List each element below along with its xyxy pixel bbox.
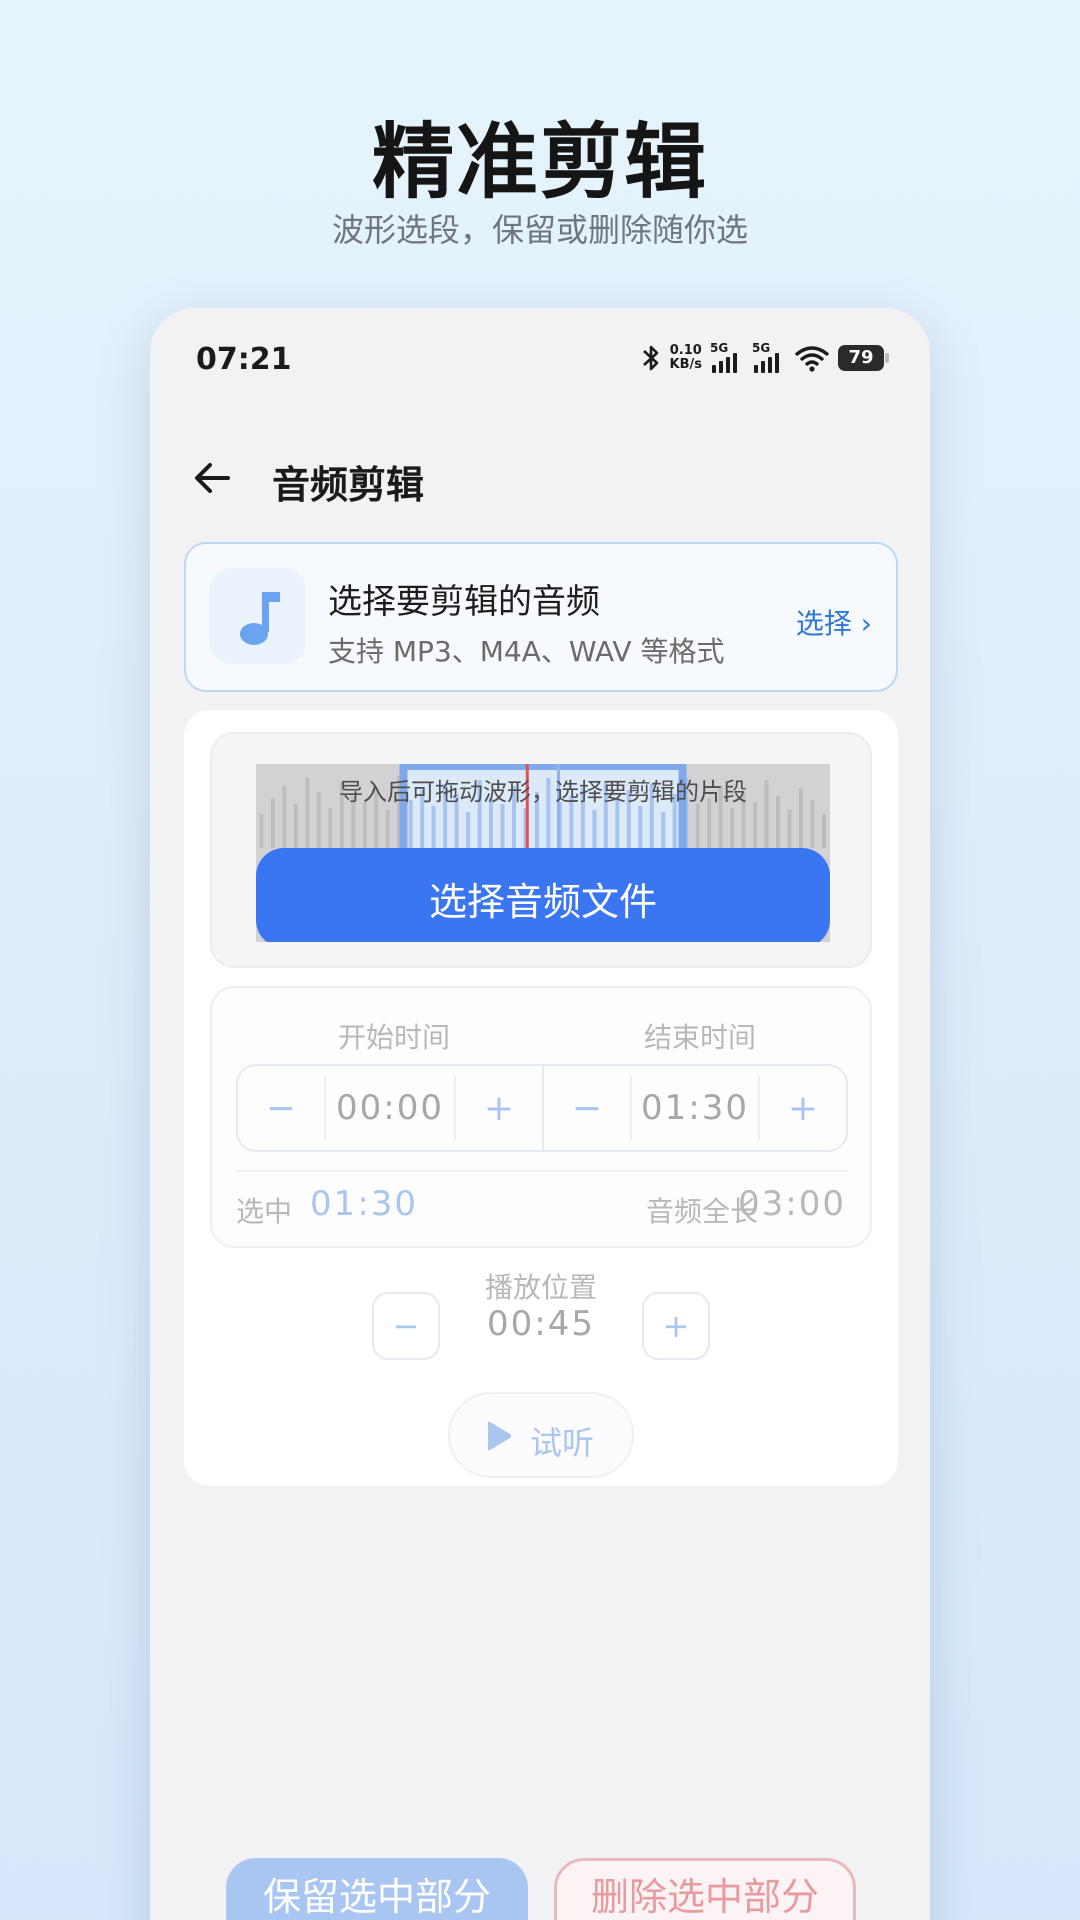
- listen-button[interactable]: 试听: [448, 1392, 634, 1478]
- waveform-bar: [259, 814, 264, 848]
- waveform-bar: [293, 804, 298, 848]
- hero-subtitle: 波形选段，保留或删除随你选: [331, 211, 748, 249]
- waveform-bar: [822, 814, 826, 848]
- total-length-value: 03:00: [738, 1184, 846, 1224]
- status-time: 07:21: [196, 342, 292, 377]
- back-arrow-icon[interactable]: [190, 456, 234, 500]
- play-position-minus-button[interactable]: −: [372, 1292, 440, 1360]
- select-audio-file-button[interactable]: 选择音频文件: [256, 848, 830, 942]
- selected-label: 选中: [236, 1195, 293, 1228]
- waveform-bar: [466, 812, 471, 848]
- waveform-hint: 导入后可拖动波形，选择要剪辑的片段: [339, 778, 747, 806]
- choose-audio-title: 选择要剪辑的音频: [328, 582, 600, 622]
- listen-label: 试听: [530, 1424, 595, 1462]
- waveform[interactable]: 导入后可拖动波形，选择要剪辑的片段 选择音频文件: [256, 764, 830, 942]
- phone-screen: 07:21 0.10 KB/s 5G 5G 79 音频剪辑 选择要剪辑的音频 支…: [150, 308, 930, 1920]
- choose-audio-card[interactable]: 选择要剪辑的音频 支持 MP3、M4A、WAV 等格式 选择 ›: [184, 542, 898, 692]
- waveform-bar: [661, 812, 666, 848]
- end-time-label: 结束时间: [643, 1021, 756, 1054]
- play-position-value: 00:45: [487, 1304, 595, 1344]
- page-title: 音频剪辑: [272, 463, 425, 507]
- music-icon-box: [210, 568, 306, 664]
- start-time-stepper: − 00:00 +: [238, 1066, 542, 1150]
- selection-top-bar: [399, 764, 687, 770]
- end-time-value[interactable]: 01:30: [630, 1076, 760, 1140]
- waveform-bar: [362, 802, 367, 848]
- start-plus-button[interactable]: +: [456, 1066, 542, 1150]
- waveform-bar: [592, 810, 597, 848]
- music-note-icon: [240, 592, 280, 645]
- signal-5g-icon: 5G: [752, 341, 786, 373]
- keep-selection-button[interactable]: 保留选中部分: [226, 1858, 528, 1920]
- divider: [236, 1170, 848, 1172]
- play-position-plus-button[interactable]: +: [642, 1292, 710, 1360]
- signal-5g-icon: 5G: [710, 341, 744, 373]
- waveform-bar: [615, 800, 620, 848]
- time-range-panel: 开始时间 结束时间 − 00:00 + − 01:30 + 选中 01:30 音…: [210, 986, 872, 1248]
- waveform-panel: 导入后可拖动波形，选择要剪辑的片段 选择音频文件: [210, 732, 872, 968]
- time-steppers: − 00:00 + − 01:30 +: [236, 1064, 848, 1152]
- waveform-bar: [810, 800, 815, 848]
- bluetooth-icon: [642, 345, 658, 371]
- waveform-bar: [695, 804, 700, 848]
- delete-selection-button[interactable]: 删除选中部分: [554, 1858, 856, 1920]
- start-time-value[interactable]: 00:00: [324, 1076, 456, 1140]
- end-minus-button[interactable]: −: [544, 1066, 630, 1150]
- end-time-stepper: − 01:30 +: [542, 1066, 846, 1150]
- waveform-bar: [500, 804, 505, 848]
- waveform-bar: [753, 802, 758, 848]
- waveform-bar: [408, 800, 413, 848]
- supported-formats: 支持 MP3、M4A、WAV 等格式: [328, 635, 725, 668]
- start-time-label: 开始时间: [337, 1021, 450, 1054]
- waveform-bar: [638, 806, 643, 848]
- end-plus-button[interactable]: +: [760, 1066, 846, 1150]
- app-bar: 音频剪辑: [150, 428, 930, 528]
- battery-icon: 79: [838, 345, 889, 371]
- waveform-bar: [328, 808, 333, 848]
- waveform-bar: [730, 808, 735, 848]
- editor-card: 导入后可拖动波形，选择要剪辑的片段 选择音频文件 开始时间 结束时间 − 00:…: [184, 710, 898, 1486]
- play-position-label: 播放位置: [484, 1271, 597, 1304]
- play-icon: [488, 1421, 511, 1451]
- waveform-bar: [385, 810, 390, 848]
- net-speed: 0.10 KB/s: [669, 343, 702, 372]
- waveform-bar: [431, 806, 436, 848]
- selected-duration: 01:30: [310, 1184, 418, 1224]
- start-minus-button[interactable]: −: [238, 1066, 324, 1150]
- select-link[interactable]: 选择 ›: [796, 602, 872, 642]
- waveform-bar: [787, 810, 792, 848]
- hero-title: 精准剪辑: [371, 115, 708, 210]
- status-icons: 0.10 KB/s 5G 5G 79: [640, 340, 889, 376]
- status-bar: 07:21 0.10 KB/s 5G 5G 79: [150, 308, 930, 408]
- wifi-icon: [795, 346, 829, 372]
